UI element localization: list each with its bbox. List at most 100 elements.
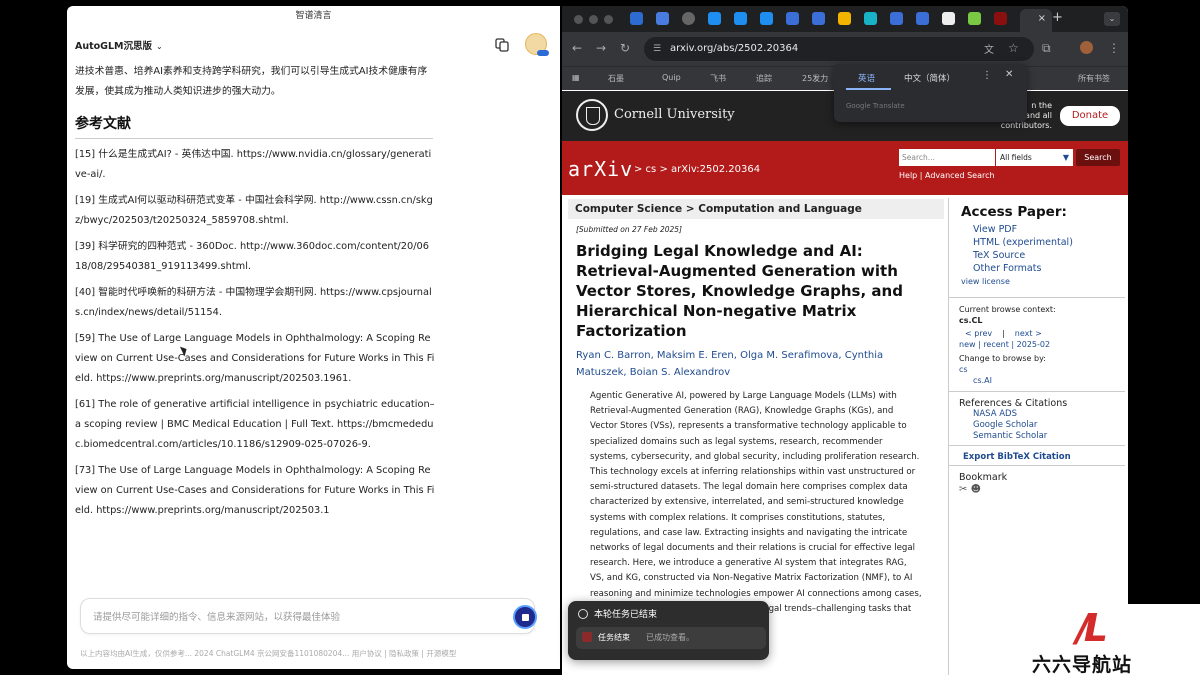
tab-strip: × + ⌄ [562,6,1128,32]
browse-cs-link[interactable]: cs [959,364,1125,375]
submitted-date: [Submitted on 27 Feb 2025] [576,225,682,234]
next-link[interactable]: next > [1015,329,1042,338]
tab-favicon[interactable] [942,12,955,25]
apps-icon[interactable]: ▦ [572,73,580,82]
reference-item[interactable]: [61] The role of generative artificial i… [75,395,435,455]
translate-icon[interactable]: 文 [984,41,994,56]
chevron-down-icon: ▼ [1062,153,1069,162]
view-pdf-link[interactable]: View PDF [961,223,1125,236]
info-icon [578,609,588,619]
reference-item[interactable]: [40] 智能时代呼唤新的科研方法 - 中国物理学会期刊网. https://w… [75,283,435,323]
tab-favicon[interactable] [682,12,695,25]
reference-item[interactable]: [39] 科学研究的四种范式 - 360Doc. http://www.360d… [75,237,435,277]
tab-favicon[interactable] [786,12,799,25]
reload-icon[interactable]: ↻ [620,41,630,55]
tab-search-icon[interactable]: ⌄ [1104,12,1120,26]
references-heading: 参考文献 [75,114,433,139]
prev-next-links: < prev | next > [965,329,1042,338]
tex-source-link[interactable]: TeX Source [961,249,1125,262]
bookmark-item[interactable]: 飞书 [710,73,726,84]
star-icon[interactable]: ☆ [1008,41,1019,55]
toast-detail: 任务结束 已成功查看。 [576,627,766,649]
bookmark-folder[interactable]: 所有书签 [1078,73,1110,84]
window-maximize-dot[interactable] [604,15,613,24]
task-finished-toast: 本轮任务已结束 任务结束 已成功查看。 [568,601,769,660]
change-browse-label: Change to browse by: [959,354,1046,363]
bookmark-item[interactable]: 25发力 [802,73,828,84]
browse-nav-links[interactable]: new | recent | 2025-02 [959,339,1125,350]
help-links[interactable]: Help | Advanced Search [899,171,995,180]
more-icon[interactable]: ⋮ [982,70,992,81]
bibsonomy-icon[interactable]: ✂ [959,484,967,495]
forward-icon[interactable]: → [596,41,606,55]
arxiv-logo[interactable]: arXiv [568,157,633,181]
google-scholar-link[interactable]: Google Scholar [959,420,1125,431]
bookmark-item[interactable]: Quip [662,73,681,82]
reference-item[interactable]: [73] The Use of Large Language Models in… [75,461,435,521]
subject-header: Computer Science > Computation and Langu… [568,199,944,219]
tab-favicon[interactable] [864,12,877,25]
new-tab-icon[interactable]: + [1052,10,1063,25]
tab-favicon[interactable] [760,12,773,25]
address-bar[interactable]: ☰ arxiv.org/abs/2502.20364 [644,37,1034,61]
more-icon[interactable]: ⋮ [1108,41,1120,55]
tab-favicon[interactable] [890,12,903,25]
search-input[interactable]: Search... [899,149,995,166]
tab-favicon[interactable] [656,12,669,25]
app-name-dropdown[interactable]: AutoGLM沉思版 ⌄ [75,38,163,52]
paper-title: Bridging Legal Knowledge and AI: Retriev… [576,242,903,340]
toast-title: 本轮任务已结束 [594,610,658,620]
reference-item[interactable]: [15] 什么是生成式AI? - 英伟达中国. https://www.nvid… [75,145,435,185]
reference-item[interactable]: [19] 生成式AI何以驱动科研范式变革 - 中国社会科学网. http://w… [75,191,435,231]
search-field-select[interactable]: All fields ▼ [996,149,1073,166]
cornell-seal-icon[interactable] [576,99,608,131]
paper-abstract: Agentic Generative AI, powered by Large … [590,391,922,629]
tab-favicon[interactable] [916,12,929,25]
back-icon[interactable]: ← [572,41,582,55]
avatar[interactable] [525,33,549,56]
prev-link[interactable]: < prev [965,329,992,338]
cornell-name[interactable]: Cornell University [614,107,735,122]
extensions-icon[interactable]: ⧉ [1042,41,1051,56]
tab-favicon[interactable] [812,12,825,25]
reference-item[interactable]: [59] The Use of Large Language Models in… [75,329,435,389]
bookmark-item[interactable]: 追踪 [756,73,772,84]
bookmark-box: Bookmark ✂ ☻ [959,472,1007,495]
prompt-input[interactable]: 请提供尽可能详细的指令、信息来源网站，以获得最佳体验 [80,598,537,634]
translate-source-tab[interactable]: 英语 [858,72,875,84]
bookmark-item[interactable]: 石墨 [608,73,624,84]
donate-button[interactable]: Donate [1060,106,1120,126]
semantic-scholar-link[interactable]: Semantic Scholar [959,431,1125,442]
profile-avatar[interactable] [1080,41,1093,54]
nasa-ads-link[interactable]: NASA ADS [959,409,1125,420]
tab-underline [846,88,891,90]
breadcrumb[interactable]: > cs > arXiv:2502.20364 [634,164,760,175]
license-link[interactable]: view license [961,275,1125,288]
window-minimize-dot[interactable] [589,15,598,24]
tab-favicon[interactable] [734,12,747,25]
toast-label: 任务结束 [598,633,630,642]
translate-target-tab[interactable]: 中文（简体） [904,72,955,84]
export-bibtex-link[interactable]: Export BibTeX Citation [963,451,1125,464]
other-formats-link[interactable]: Other Formats [961,262,1125,275]
stop-button[interactable] [513,605,537,629]
browse-csai-link[interactable]: cs.AI [959,375,1125,386]
window-close-dot[interactable] [574,15,583,24]
url-text: arxiv.org/abs/2502.20364 [670,43,799,54]
bibtex-box: Export BibTeX Citation [949,448,1125,466]
tab-favicon[interactable] [838,12,851,25]
tab-favicon[interactable] [968,12,981,25]
html-link[interactable]: HTML (experimental) [961,236,1125,249]
tab-close-icon[interactable]: × [1038,13,1046,24]
search-button[interactable]: Search [1076,149,1120,166]
app-header: AutoGLM沉思版 ⌄ [67,32,560,58]
paper-authors[interactable]: Ryan C. Barron, Maksim E. Eren, Olga M. … [576,347,926,381]
tab-favicon[interactable] [630,12,643,25]
close-icon[interactable]: ✕ [1005,69,1013,80]
tab-favicon[interactable] [994,12,1007,25]
tab-active[interactable]: × [1020,9,1052,32]
site-info-icon[interactable]: ☰ [653,37,661,61]
copy-icon[interactable] [495,38,509,52]
tab-favicon[interactable] [708,12,721,25]
reddit-icon[interactable]: ☻ [971,484,981,495]
